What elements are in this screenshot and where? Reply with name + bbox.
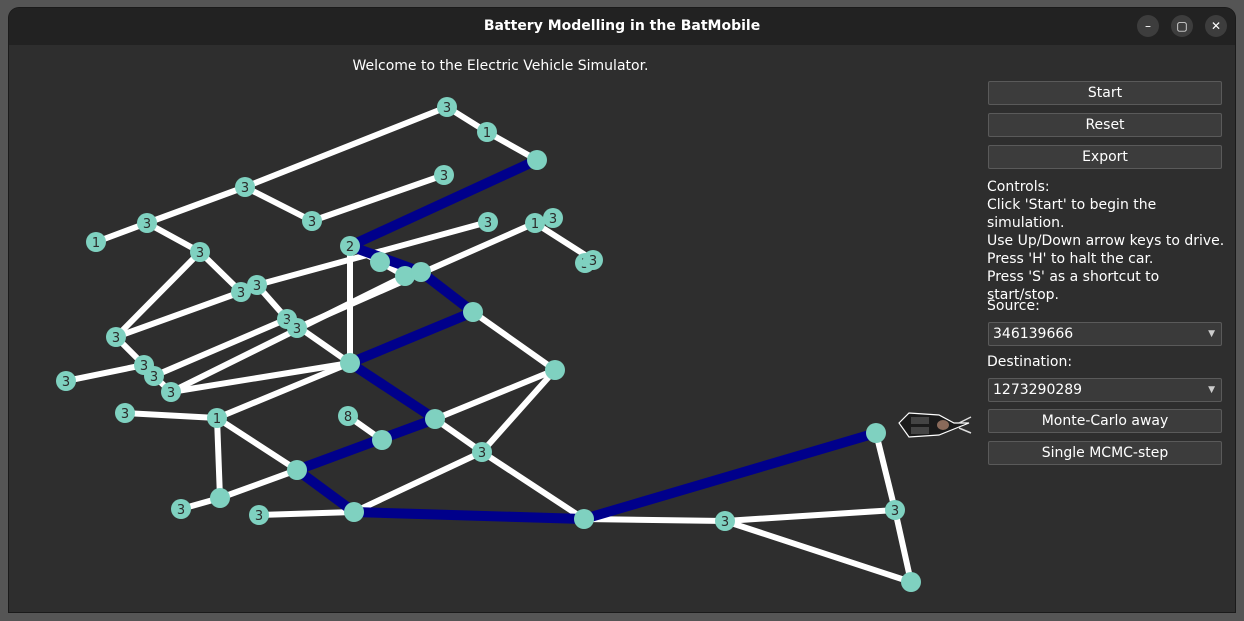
chevron-down-icon: ▼ (1208, 329, 1215, 339)
start-button[interactable]: Start (988, 81, 1222, 105)
graph-node[interactable] (463, 302, 483, 322)
node-label: 3 (112, 331, 120, 346)
node-label: 1 (531, 217, 539, 232)
controls-line: Click 'Start' to begin the simulation. (987, 197, 1157, 231)
node-label: 1 (213, 412, 221, 427)
node-label: 3 (891, 504, 899, 519)
road-network-graph[interactable]: 3133331323331333333333331833333 (9, 45, 992, 612)
road-edge (214, 415, 223, 501)
controls-line: Use Up/Down arrow keys to drive. (987, 233, 1225, 249)
mcmc-step-button[interactable]: Single MCMC-step (988, 441, 1222, 465)
node-label: 2 (346, 240, 354, 255)
road-edge (242, 104, 450, 190)
graph-node[interactable] (287, 460, 307, 480)
node-label: 3 (143, 217, 151, 232)
graph-node[interactable] (901, 572, 921, 592)
monte-carlo-button[interactable]: Monte-Carlo away (988, 409, 1222, 433)
export-button[interactable]: Export (988, 145, 1222, 169)
node-label: 3 (121, 407, 129, 422)
graph-node[interactable] (210, 488, 230, 508)
source-select[interactable]: 346139666 ▼ (988, 322, 1222, 346)
node-label: 3 (440, 169, 448, 184)
car-icon (898, 412, 972, 438)
node-label: 3 (196, 246, 204, 261)
node-label: 3 (241, 181, 249, 196)
node-label: 3 (721, 515, 729, 530)
graph-node[interactable] (574, 509, 594, 529)
road-edge (256, 509, 357, 518)
graph-node[interactable] (372, 430, 392, 450)
maximize-icon[interactable]: ▢ (1171, 15, 1193, 37)
graph-node[interactable] (545, 360, 565, 380)
destination-value: 1273290289 (993, 382, 1083, 398)
node-label: 3 (478, 446, 486, 461)
node-label: 3 (62, 375, 70, 390)
graph-node[interactable] (340, 353, 360, 373)
source-label: Source: (987, 298, 1040, 314)
node-label: 1 (483, 126, 491, 141)
source-value: 346139666 (993, 326, 1074, 342)
road-edge (470, 309, 558, 373)
controls-help: Controls: Click 'Start' to begin the sim… (987, 178, 1235, 304)
controls-line: Press 'H' to halt the car. (987, 251, 1154, 267)
node-label: 3 (167, 386, 175, 401)
minimize-icon[interactable]: – (1137, 15, 1159, 37)
road-edge (722, 518, 914, 585)
reset-button[interactable]: Reset (988, 113, 1222, 137)
graph-node[interactable] (527, 150, 547, 170)
road-edge (214, 415, 300, 473)
road-edge (892, 507, 914, 585)
graph-node[interactable] (866, 423, 886, 443)
road-edge (581, 516, 728, 524)
close-icon[interactable]: ✕ (1205, 15, 1227, 37)
road-edge (242, 184, 315, 224)
road-edge (217, 467, 300, 501)
controls-heading: Controls: (987, 179, 1050, 195)
node-label: 3 (293, 322, 301, 337)
route-line (292, 155, 881, 524)
node-label: 3 (308, 215, 316, 230)
node-label: 1 (92, 236, 100, 251)
node-label: 3 (253, 279, 261, 294)
road-edge (122, 410, 220, 421)
node-label: 3 (150, 370, 158, 385)
node-label: 8 (344, 410, 352, 425)
road-edge (479, 449, 587, 522)
graph-node[interactable] (411, 262, 431, 282)
road-edge (351, 449, 485, 515)
app-window: Battery Modelling in the BatMobile – ▢ ✕… (9, 8, 1235, 612)
graph-node[interactable] (425, 409, 445, 429)
node-label: 3 (177, 503, 185, 518)
graph-node[interactable] (370, 252, 390, 272)
road-edge (63, 362, 147, 384)
chevron-down-icon: ▼ (1208, 385, 1215, 395)
node-label: 3 (255, 509, 263, 524)
window-title: Battery Modelling in the BatMobile (483, 18, 761, 34)
road-edge (873, 430, 898, 513)
title-bar: Battery Modelling in the BatMobile – ▢ ✕ (9, 8, 1235, 45)
node-label: 3 (589, 254, 597, 269)
destination-label: Destination: (987, 354, 1073, 370)
destination-select[interactable]: 1273290289 ▼ (988, 378, 1222, 402)
graph-node[interactable] (344, 502, 364, 522)
road-edge (722, 507, 898, 524)
node-label: 3 (484, 216, 492, 231)
road-edge (144, 184, 248, 226)
route-path (292, 155, 881, 524)
node-label: 3 (443, 101, 451, 116)
node-label: 3 (237, 286, 245, 301)
node-label: 3 (549, 212, 557, 227)
